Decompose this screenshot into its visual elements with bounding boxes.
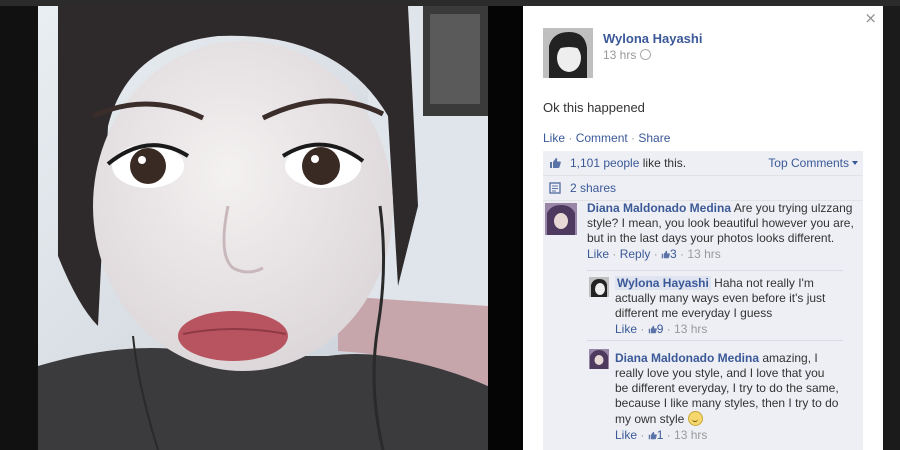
- separator: ·: [663, 428, 675, 442]
- portrait-illustration: [38, 6, 488, 450]
- commenter-avatar[interactable]: [545, 203, 577, 235]
- reply-time[interactable]: 13 hrs: [674, 428, 707, 442]
- close-icon[interactable]: ×: [864, 10, 877, 26]
- chevron-down-icon: [852, 161, 858, 165]
- avatar-image: [589, 349, 609, 369]
- reply-body: Wylona Hayashi Haha not really I'm actua…: [615, 276, 840, 337]
- reply-author-avatar[interactable]: [589, 277, 609, 297]
- share-link[interactable]: Share: [638, 131, 670, 145]
- share-icon: [549, 182, 561, 194]
- reply-like-link[interactable]: Like: [615, 428, 637, 442]
- reply-meta: Like · 9 · 13 hrs: [615, 322, 840, 337]
- shares-link[interactable]: 2 shares: [570, 181, 616, 195]
- post-timestamp[interactable]: 13 hrs: [603, 48, 652, 62]
- like-thumb-icon: [648, 325, 657, 334]
- like-thumb-icon: [648, 431, 657, 440]
- likes-row: 1,101 people like this. Top Comments: [543, 151, 863, 176]
- separator: ·: [637, 428, 648, 442]
- shares-row: 2 shares: [543, 176, 863, 201]
- separator: ·: [663, 322, 675, 336]
- post-time-text: 13 hrs: [603, 48, 637, 62]
- reply-author[interactable]: Diana Maldonado Medina: [615, 351, 759, 365]
- smiley-icon: [687, 411, 703, 426]
- reply-like-link[interactable]: Like: [615, 322, 637, 336]
- comment-body: Diana Maldonado Medina Are you trying ul…: [587, 201, 857, 262]
- comment-meta: Like · Reply · 3 · 13 hrs: [587, 247, 857, 262]
- comment-author[interactable]: Diana Maldonado Medina: [587, 201, 731, 215]
- comment-likes-number: 3: [670, 247, 677, 261]
- reply-meta: Like · 1 · 13 hrs: [615, 428, 840, 443]
- post-side-panel: × Wylona Hayashi 13 hrs Ok this happened…: [523, 6, 883, 450]
- comment-likes-count[interactable]: 3: [661, 247, 677, 261]
- comment-like-link[interactable]: Like: [587, 247, 609, 261]
- globe-icon: [640, 49, 652, 60]
- like-thumb-icon: [550, 158, 561, 168]
- avatar-image: [543, 28, 593, 78]
- separator: ·: [609, 247, 620, 261]
- reply-body: Diana Maldonado Medina amazing, I really…: [615, 351, 840, 443]
- page-backdrop-left: [0, 6, 38, 450]
- separator: ·: [676, 247, 688, 261]
- author-avatar[interactable]: [543, 28, 593, 78]
- photo-viewer[interactable]: [38, 6, 523, 450]
- separator: ·: [637, 322, 648, 336]
- post-actions: Like · Comment · Share: [543, 131, 670, 145]
- comment-item: Diana Maldonado Medina Are you trying ul…: [543, 201, 863, 266]
- reply-likes-count[interactable]: 1: [648, 428, 663, 442]
- reply-likes-count[interactable]: 9: [648, 322, 663, 336]
- separator: ·: [627, 131, 639, 145]
- comment-reply-link[interactable]: Reply: [620, 247, 651, 261]
- comment-time[interactable]: 13 hrs: [687, 247, 720, 261]
- like-thumb-icon: [661, 250, 670, 259]
- reply-time[interactable]: 13 hrs: [674, 322, 707, 336]
- separator: ·: [565, 131, 576, 145]
- post-author-name[interactable]: Wylona Hayashi: [603, 31, 702, 46]
- post-message: Ok this happened: [543, 100, 645, 115]
- likes-count-link[interactable]: 1,101 people: [570, 156, 639, 170]
- reply-item: Diana Maldonado Medina amazing, I really…: [587, 340, 843, 447]
- avatar-image: [545, 203, 577, 235]
- comment-link[interactable]: Comment: [576, 131, 628, 145]
- like-link[interactable]: Like: [543, 131, 565, 145]
- top-comments-label: Top Comments: [768, 156, 849, 170]
- separator: ·: [650, 247, 662, 261]
- photo-letterbox: [488, 6, 523, 450]
- reply-author-avatar[interactable]: [589, 349, 609, 369]
- reply-item: Wylona Hayashi Haha not really I'm actua…: [587, 270, 843, 343]
- post-photo: [38, 6, 488, 450]
- likes-suffix: like this.: [639, 156, 687, 170]
- top-comments-dropdown[interactable]: Top Comments: [768, 151, 858, 175]
- reply-author[interactable]: Wylona Hayashi: [615, 276, 711, 290]
- avatar-image: [589, 277, 609, 297]
